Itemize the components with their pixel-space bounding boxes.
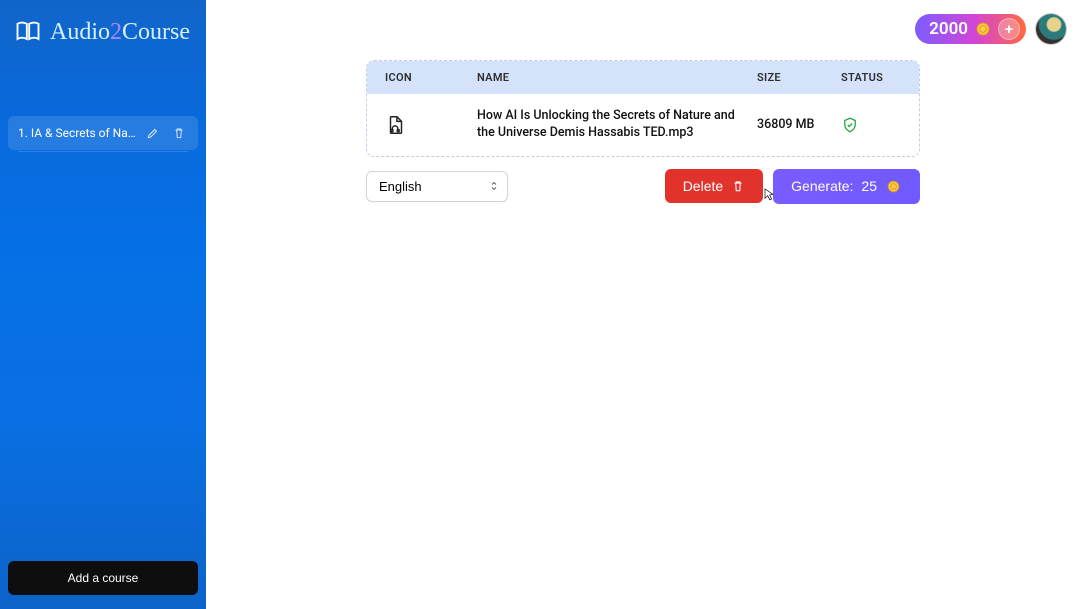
file-status	[841, 116, 901, 134]
header-icon: ICON	[385, 71, 477, 84]
coin-icon	[974, 20, 992, 38]
files-table: ICON NAME SIZE STATUS	[366, 60, 920, 157]
content: ICON NAME SIZE STATUS	[220, 48, 1066, 204]
course-item[interactable]: 1. IA & Secrets of Nature	[8, 116, 198, 150]
avatar[interactable]	[1036, 14, 1066, 44]
credits-value: 2000	[929, 19, 968, 39]
credits-add-button[interactable]: +	[998, 18, 1020, 40]
generate-label: Generate:	[791, 178, 853, 194]
credits-pill[interactable]: 2000 +	[915, 14, 1026, 44]
header-name: NAME	[477, 71, 757, 84]
header-status: STATUS	[841, 71, 901, 84]
shield-check-icon	[841, 116, 901, 134]
sidebar: Audio2Course 1. IA & Secrets of Nature	[0, 0, 206, 609]
coin-icon	[885, 178, 902, 195]
file-icon-cell	[385, 114, 477, 136]
book-icon	[14, 18, 42, 46]
delete-button[interactable]: Delete	[665, 169, 763, 203]
trash-icon	[731, 179, 745, 193]
main: 2000 + ICON NAME SIZE STATUS	[206, 0, 1080, 609]
delete-label: Delete	[683, 178, 723, 194]
divider	[18, 151, 188, 152]
edit-icon[interactable]	[144, 124, 162, 142]
audio-file-icon	[385, 114, 477, 136]
language-select[interactable]: English	[366, 171, 508, 202]
add-course-button[interactable]: Add a course	[8, 561, 198, 595]
logo: Audio2Course	[0, 12, 206, 56]
generate-cost: 25	[861, 178, 877, 194]
course-item-label: 1. IA & Secrets of Nature	[18, 126, 136, 140]
generate-button[interactable]: Generate: 25	[773, 169, 920, 204]
brand-text: Audio2Course	[50, 19, 190, 46]
cursor-icon	[761, 187, 777, 203]
header-size: SIZE	[757, 71, 841, 84]
trash-icon[interactable]	[170, 124, 188, 142]
table-header: ICON NAME SIZE STATUS	[367, 61, 919, 94]
language-select-input[interactable]: English	[366, 171, 508, 202]
course-list: 1. IA & Secrets of Nature	[0, 116, 206, 152]
topbar: 2000 +	[220, 10, 1066, 48]
actions-row: English Delete	[366, 169, 920, 204]
file-size: 36809 MB	[757, 117, 841, 132]
table-row: How AI Is Unlocking the Secrets of Natur…	[367, 94, 919, 156]
file-name: How AI Is Unlocking the Secrets of Natur…	[477, 108, 757, 142]
